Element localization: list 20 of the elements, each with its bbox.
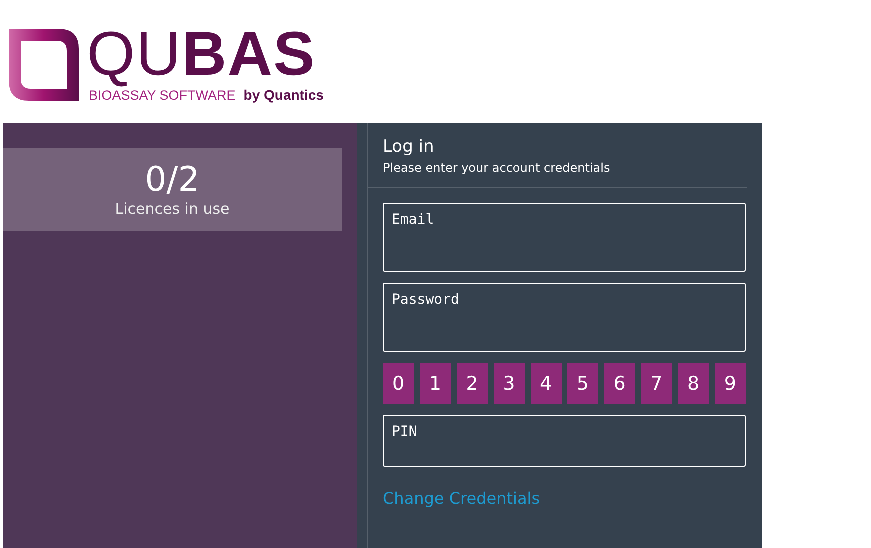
pin-key[interactable]: 1 (420, 363, 451, 404)
pin-key[interactable]: 7 (641, 363, 672, 404)
pin-key[interactable]: 5 (567, 363, 598, 404)
licence-label: Licences in use (115, 200, 230, 218)
pin-key[interactable]: 3 (494, 363, 525, 404)
email-field[interactable]: Email (383, 203, 746, 272)
pin-key[interactable]: 4 (530, 363, 562, 404)
pin-key[interactable]: 6 (604, 363, 636, 404)
logo-byline: by Quantics (244, 87, 324, 103)
pin-key[interactable]: 9 (714, 363, 746, 404)
login-subtitle: Please enter your account credentials (383, 161, 612, 175)
pin-key[interactable]: 8 (678, 363, 709, 404)
pin-key[interactable]: 2 (456, 363, 488, 404)
logo-icon (7, 27, 81, 103)
logo-tagline: BIOASSAY SOFTWARE (89, 88, 236, 103)
licence-count: 0/2 (145, 160, 200, 200)
pin-field[interactable]: PIN (383, 415, 746, 467)
login-title: Log in (383, 137, 436, 157)
pin-key[interactable]: 0 (383, 363, 414, 404)
password-field[interactable]: Password (383, 283, 746, 352)
